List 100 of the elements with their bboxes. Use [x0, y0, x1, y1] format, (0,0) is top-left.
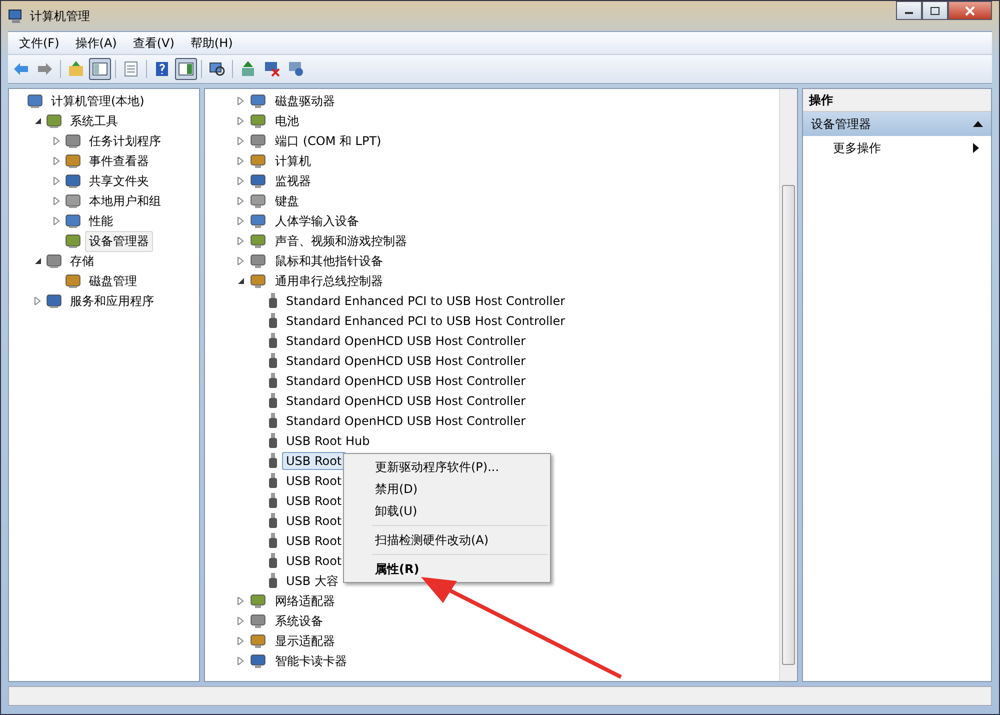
expand-icon[interactable] — [53, 217, 61, 225]
expand-icon[interactable] — [237, 157, 245, 165]
list-icon — [122, 60, 140, 78]
toolbar-button[interactable] — [89, 58, 111, 80]
tree-item[interactable]: Standard Enhanced PCI to USB Host Controller — [282, 312, 570, 330]
node-icon — [65, 153, 81, 169]
menu-item[interactable]: 查看(V) — [126, 32, 182, 54]
monitor-scan-icon — [208, 60, 226, 78]
toolbar-button[interactable] — [175, 58, 197, 80]
node-icon — [65, 213, 81, 229]
tree-item[interactable]: USB Root — [282, 452, 346, 470]
tree-item[interactable]: Standard OpenHCD USB Host Controller — [282, 412, 530, 430]
tree-item[interactable]: USB Root — [282, 512, 346, 530]
expand-icon[interactable] — [237, 117, 245, 125]
expand-icon[interactable] — [53, 137, 61, 145]
remove-icon — [263, 60, 281, 78]
expand-icon[interactable] — [237, 657, 245, 665]
node-icon — [46, 113, 62, 129]
expand-icon[interactable] — [53, 157, 61, 165]
menu-item[interactable]: 帮助(H) — [183, 32, 240, 54]
tree-item[interactable]: 计算机管理(本地) — [47, 90, 148, 112]
tree-item[interactable]: 系统设备 — [271, 610, 327, 632]
tree-item[interactable]: 智能卡读卡器 — [271, 650, 351, 672]
menu-item[interactable]: 属性(R) — [344, 558, 550, 580]
action-link[interactable]: 更多操作 — [833, 140, 881, 156]
device-icon — [249, 173, 267, 189]
tree-item[interactable]: Standard OpenHCD USB Host Controller — [282, 372, 530, 390]
tree-item[interactable]: USB 大容 — [282, 570, 342, 592]
expand-icon[interactable] — [53, 177, 61, 185]
update-icon — [239, 60, 257, 78]
tree-item[interactable]: 磁盘驱动器 — [271, 90, 339, 112]
tree-item[interactable]: 监视器 — [271, 170, 315, 192]
minimize-button[interactable] — [896, 1, 922, 20]
tree-item[interactable]: 显示适配器 — [271, 630, 339, 652]
usb-plug-icon — [268, 373, 278, 389]
tree-item[interactable]: Standard OpenHCD USB Host Controller — [282, 352, 530, 370]
tree-item[interactable]: Standard Enhanced PCI to USB Host Controller — [282, 292, 570, 310]
tree-item[interactable]: 设备管理器 — [85, 230, 153, 252]
tree-item[interactable]: USB Root Hub — [282, 432, 374, 450]
tree-item[interactable]: 计算机 — [271, 150, 315, 172]
expand-icon[interactable] — [237, 197, 245, 205]
tree-item[interactable]: 系统工具 — [66, 110, 122, 132]
install-icon — [287, 60, 305, 78]
tree-item[interactable]: 端口 (COM 和 LPT) — [271, 130, 386, 152]
tree-item[interactable]: USB Root — [282, 532, 346, 550]
tree-item[interactable]: 任务计划程序 — [85, 130, 165, 152]
expand-icon[interactable] — [237, 137, 245, 145]
expand-icon[interactable] — [237, 97, 245, 105]
menu-item[interactable]: 禁用(D) — [344, 478, 550, 500]
tree-item[interactable]: 声音、视频和游戏控制器 — [271, 230, 411, 252]
tree-item[interactable]: 服务和应用程序 — [66, 290, 158, 312]
tree-item[interactable]: 鼠标和其他指针设备 — [271, 250, 387, 272]
menu-item[interactable]: 更新驱动程序软件(P)... — [344, 456, 550, 478]
maximize-button[interactable] — [922, 1, 948, 20]
tree-item[interactable]: USB Root — [282, 552, 346, 570]
tree-item[interactable]: 人体学输入设备 — [271, 210, 363, 232]
expand-icon[interactable] — [237, 597, 245, 605]
menu-item[interactable]: 卸载(U) — [344, 500, 550, 522]
expand-icon[interactable] — [237, 237, 245, 245]
node-icon — [65, 133, 81, 149]
tree-item[interactable]: USB Root — [282, 492, 346, 510]
tree-item[interactable]: Standard OpenHCD USB Host Controller — [282, 332, 530, 350]
tree-item[interactable]: Standard OpenHCD USB Host Controller — [282, 392, 530, 410]
expand-icon[interactable] — [237, 217, 245, 225]
tree-item[interactable]: 网络适配器 — [271, 590, 339, 612]
menu-item[interactable]: 文件(F) — [12, 32, 66, 54]
tree-item[interactable]: 本地用户和组 — [85, 190, 165, 212]
menu-item[interactable]: 操作(A) — [68, 32, 124, 54]
device-icon — [249, 113, 267, 129]
tree-item[interactable]: USB Root — [282, 472, 346, 490]
tree-item[interactable]: 事件查看器 — [85, 150, 153, 172]
usb-plug-icon — [268, 533, 278, 549]
expand-icon[interactable] — [53, 197, 61, 205]
collapse-icon[interactable] — [973, 121, 983, 127]
expand-icon[interactable] — [237, 177, 245, 185]
submenu-arrow-icon — [973, 143, 979, 153]
folder-up-icon — [67, 60, 85, 78]
action-pane-icon — [177, 60, 195, 78]
expand-icon[interactable] — [237, 637, 245, 645]
scrollbar[interactable] — [779, 89, 797, 681]
tree-item[interactable]: 通用串行总线控制器 — [271, 270, 387, 292]
expand-icon[interactable] — [237, 257, 245, 265]
collapse-icon[interactable] — [237, 277, 245, 285]
collapse-icon[interactable] — [34, 257, 42, 265]
tree-item[interactable]: 共享文件夹 — [85, 170, 153, 192]
expand-icon[interactable] — [237, 617, 245, 625]
tree-item[interactable]: 存储 — [66, 250, 98, 272]
close-button[interactable] — [948, 1, 992, 20]
device-icon — [249, 233, 267, 249]
usb-plug-icon — [268, 473, 278, 489]
device-icon — [249, 253, 267, 269]
menu-item[interactable]: 扫描检测硬件改动(A) — [344, 529, 550, 551]
section-header[interactable]: 设备管理器 — [803, 112, 991, 136]
tree-item[interactable]: 电池 — [271, 110, 303, 132]
tree-item[interactable]: 磁盘管理 — [85, 270, 141, 292]
help-icon — [153, 60, 171, 78]
tree-item[interactable]: 键盘 — [271, 190, 303, 212]
expand-icon[interactable] — [34, 297, 42, 305]
tree-item[interactable]: 性能 — [85, 210, 117, 232]
collapse-icon[interactable] — [34, 117, 42, 125]
